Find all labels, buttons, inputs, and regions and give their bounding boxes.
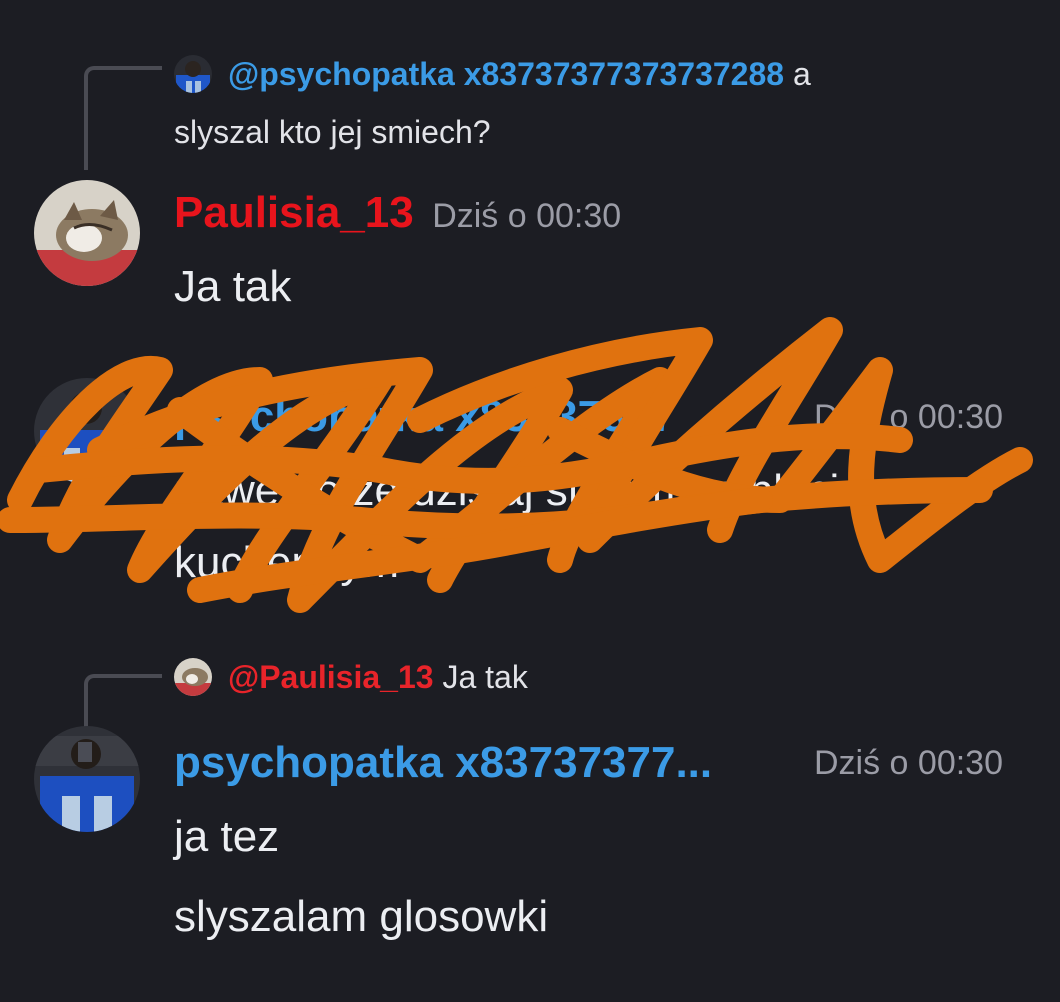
author-name[interactable]: psychopatka x83737377... (174, 738, 712, 787)
message-header: psychopatka x83737377... Dziś o 00:30 (174, 738, 1003, 788)
author-name[interactable]: Paulisia_13 (174, 188, 414, 237)
reply-avatar-paulisia[interactable] (174, 658, 212, 696)
reply-connector (84, 66, 162, 170)
timestamp: Dziś o 00:30 (814, 398, 1003, 436)
avatar-psychopatka[interactable] (34, 726, 140, 832)
message-text-line-2: slyszalam glosowki (174, 892, 549, 941)
timestamp: Dziś o 00:30 (814, 744, 1003, 782)
reply-preview-line-1[interactable]: @psychopatka x83737377373737288 a (228, 56, 811, 93)
reply-preview[interactable]: @Paulisia_13 Ja tak (228, 659, 528, 696)
author-name[interactable]: psychopatka x83737377 (174, 392, 675, 441)
message-text-line-1: ja tez (174, 812, 280, 861)
avatar-psychopatka[interactable] (34, 378, 140, 484)
reply-text: a (792, 56, 811, 92)
reply-preview-line-2: slyszal kto jej smiech? (174, 114, 491, 150)
avatar-paulisia[interactable] (34, 180, 140, 286)
reply-mention[interactable]: @Paulisia_13 (228, 659, 434, 695)
message-text-line-1: nawet to ze dzisiaj stalam na blacie (174, 466, 864, 515)
message-text-line-2: kuchennym (174, 538, 400, 587)
timestamp: Dziś o 00:30 (432, 197, 622, 235)
reply-mention[interactable]: @psychopatka x83737377373737288 (228, 56, 784, 92)
message-header: Paulisia_13 Dziś o 00:30 (174, 188, 621, 238)
message-text: Ja tak (174, 262, 292, 311)
message-header: psychopatka x83737377 Dziś o 00:30 (174, 392, 1003, 442)
reply-text: Ja tak (442, 659, 528, 695)
reply-connector (84, 674, 162, 730)
reply-avatar-psychopatka[interactable] (174, 55, 212, 93)
